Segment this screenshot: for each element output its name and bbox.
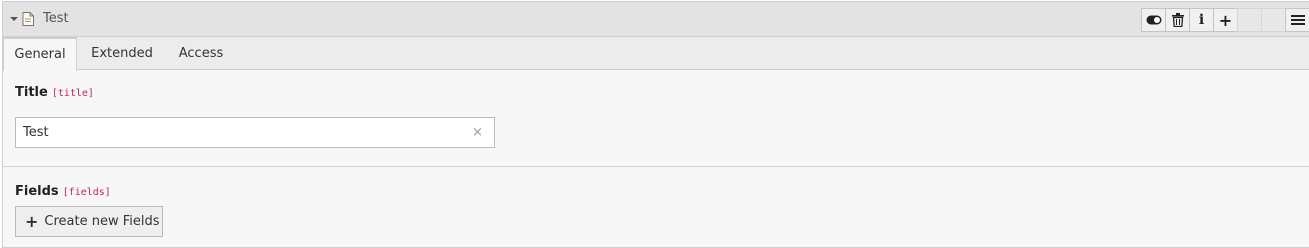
fields-label-text: Fields: [15, 184, 59, 199]
title-field-code: [title]: [51, 88, 94, 99]
create-new-fields-button[interactable]: + Create new Fields: [15, 206, 163, 237]
header-actions: i +: [1141, 8, 1309, 32]
title-input-value: Test: [23, 125, 49, 140]
section-divider: [3, 166, 1309, 167]
fields-field-label: Fields [fields]: [15, 184, 111, 199]
tab-general[interactable]: General: [3, 37, 77, 71]
document-icon: [22, 12, 34, 26]
menu-button[interactable]: [1285, 8, 1309, 32]
toggle-icon: [1146, 15, 1162, 25]
fields-field-code: [fields]: [62, 187, 111, 198]
content-element-panel: Test i + General Extended Access Title […: [2, 1, 1309, 248]
blank-action-2: [1261, 8, 1286, 32]
blank-action-1: [1237, 8, 1262, 32]
tab-extended[interactable]: Extended: [81, 37, 163, 70]
panel-header: Test i +: [3, 2, 1309, 37]
delete-button[interactable]: [1165, 8, 1190, 32]
title-input[interactable]: Test ×: [15, 117, 495, 148]
tab-bar: General Extended Access: [3, 37, 1309, 71]
plus-icon: +: [1218, 10, 1233, 30]
tab-access[interactable]: Access: [169, 37, 233, 70]
info-button[interactable]: i: [1189, 8, 1214, 32]
toggle-visibility-button[interactable]: [1141, 8, 1166, 32]
clear-icon[interactable]: ×: [472, 125, 483, 141]
info-icon: i: [1198, 12, 1205, 28]
panel-title: Test: [43, 11, 69, 26]
title-label-text: Title: [15, 85, 48, 100]
title-field-label: Title [title]: [15, 85, 94, 100]
plus-icon: +: [25, 211, 39, 231]
menu-icon: [1290, 15, 1305, 25]
trash-icon: [1171, 13, 1184, 27]
add-button[interactable]: +: [1213, 8, 1238, 32]
create-button-label: Create new Fields: [44, 214, 160, 229]
collapse-caret-icon[interactable]: [10, 17, 18, 21]
